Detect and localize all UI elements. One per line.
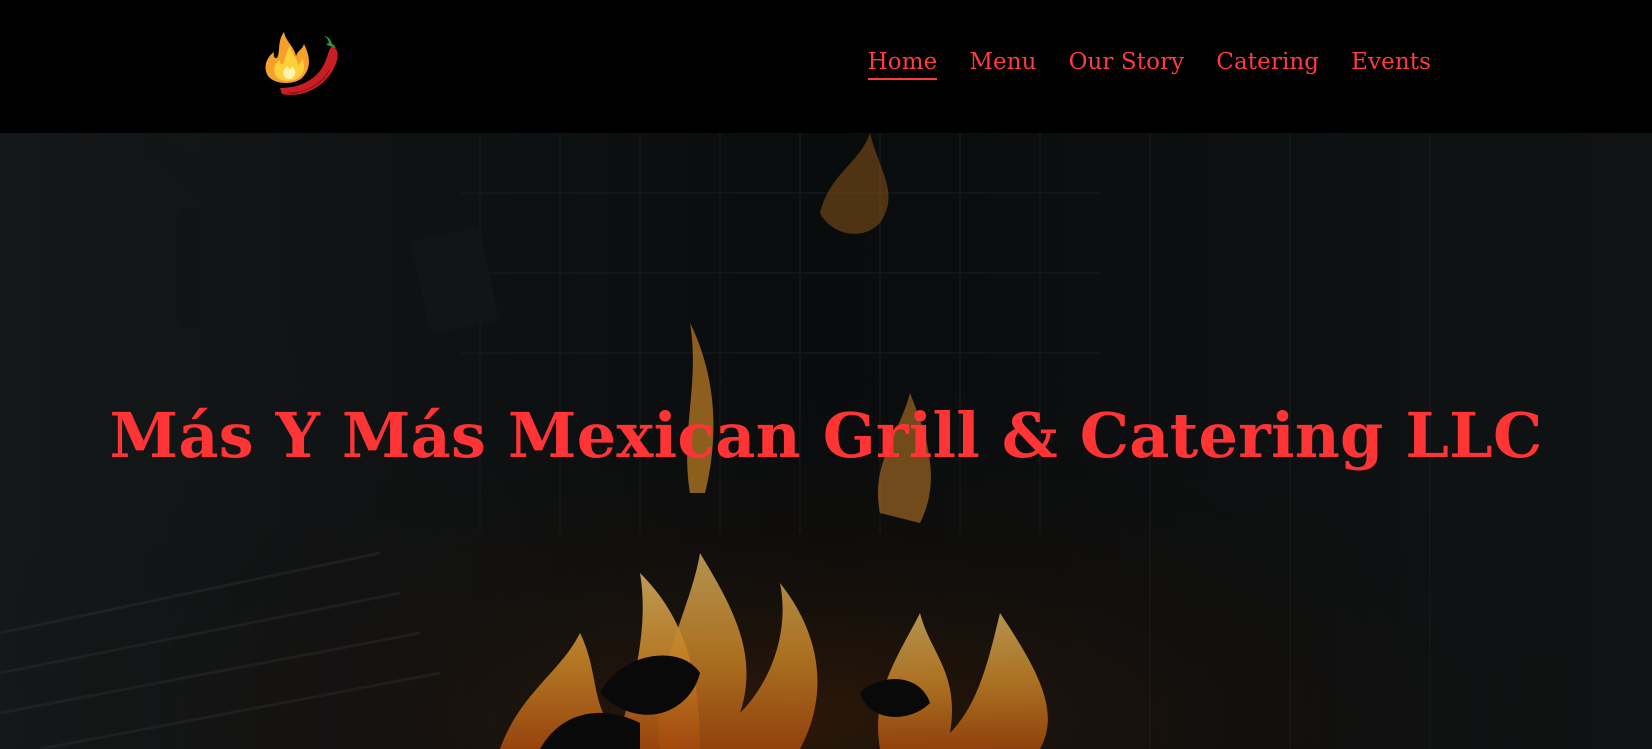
nav-events-link[interactable]: Events — [1351, 48, 1431, 78]
nav-home-link[interactable]: Home — [867, 48, 938, 80]
nav-catering-link[interactable]: Catering — [1216, 48, 1319, 78]
main-nav: Home Menu Our Story Catering Events — [867, 48, 1431, 80]
site-header: Home Menu Our Story Catering Events — [0, 0, 1652, 133]
nav-menu-link[interactable]: Menu — [969, 48, 1036, 78]
hero-title: Más Y Más Mexican Grill & Catering LLC — [109, 399, 1543, 472]
nav-our-story-link[interactable]: Our Story — [1069, 48, 1185, 78]
site-logo[interactable] — [262, 28, 346, 100]
flame-chili-pepper-icon — [265, 32, 338, 95]
hero-section: Más Y Más Mexican Grill & Catering LLC — [0, 133, 1652, 749]
